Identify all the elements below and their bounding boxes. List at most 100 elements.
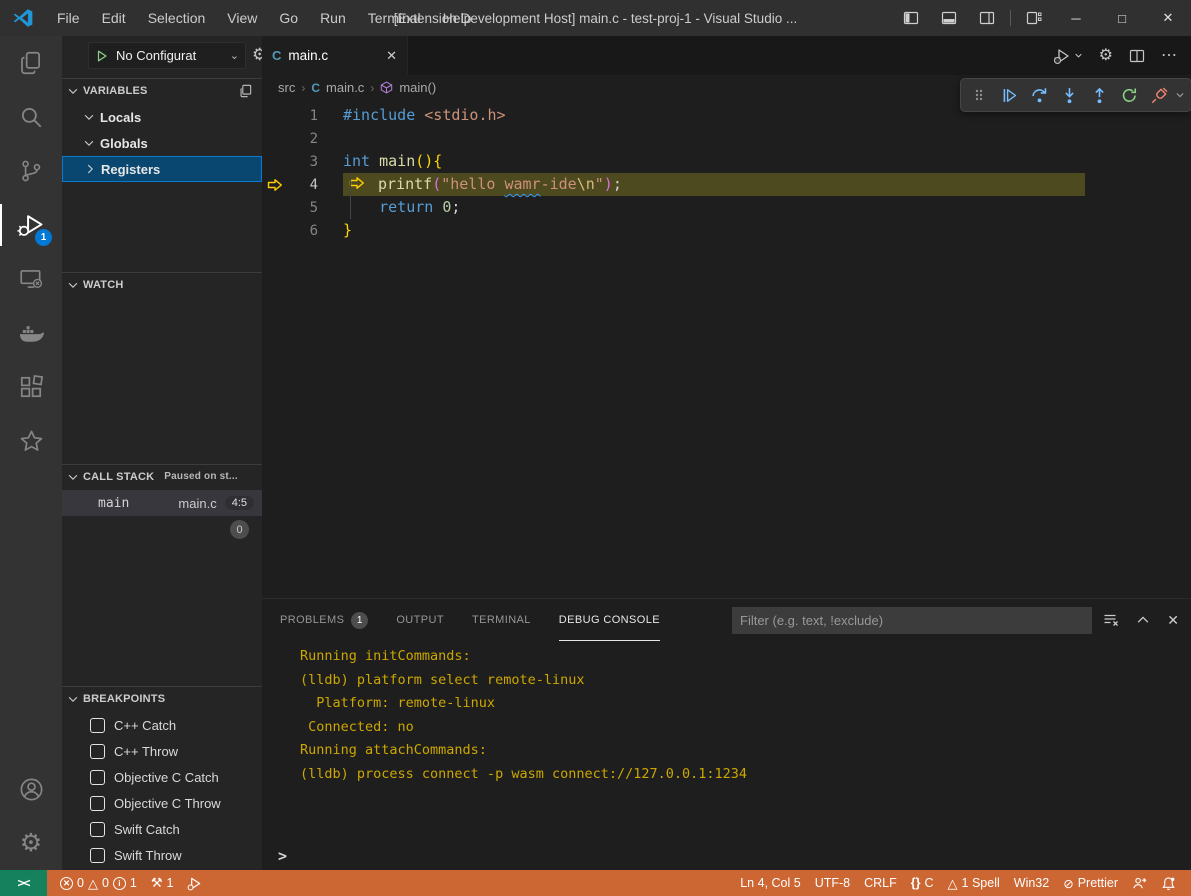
- debug-step-out-icon[interactable]: [1087, 83, 1111, 107]
- minimize-button[interactable]: ─: [1053, 0, 1099, 36]
- breakpoint-checkbox[interactable]: [90, 744, 105, 759]
- menu-file[interactable]: File: [46, 0, 91, 36]
- debug-step-over-icon[interactable]: [1027, 83, 1051, 107]
- console-line: Running initCommands:: [300, 645, 747, 669]
- start-debug-icon[interactable]: [95, 49, 109, 63]
- breadcrumb-folder[interactable]: src: [278, 80, 295, 95]
- customize-layout-icon[interactable]: [1015, 0, 1053, 36]
- panel-tab-problems[interactable]: PROBLEMS1: [280, 599, 368, 641]
- formatter-status[interactable]: ⊘ Prettier: [1056, 870, 1125, 896]
- close-button[interactable]: ✕: [1145, 0, 1191, 36]
- eol-status[interactable]: CRLF: [857, 870, 904, 896]
- maximize-button[interactable]: □: [1099, 0, 1145, 36]
- breakpoint-checkbox[interactable]: [90, 770, 105, 785]
- variables-item-registers[interactable]: Registers: [62, 156, 262, 182]
- feedback-icon[interactable]: [1125, 870, 1154, 896]
- debug-step-into-icon[interactable]: [1057, 83, 1081, 107]
- breakpoint-row[interactable]: C++ Catch: [62, 712, 262, 738]
- breakpoint-row[interactable]: Swift Catch: [62, 816, 262, 842]
- breakpoints-section-header[interactable]: BREAKPOINTS: [62, 686, 262, 710]
- copy-value-icon[interactable]: [238, 84, 252, 98]
- variables-section-header[interactable]: VARIABLES: [62, 78, 262, 102]
- breakpoint-row[interactable]: C++ Throw: [62, 738, 262, 764]
- breakpoint-checkbox[interactable]: [90, 848, 105, 863]
- maximize-panel-icon[interactable]: [1136, 613, 1150, 627]
- code-editor[interactable]: 1#include <stdio.h>23int main(){4printf(…: [262, 100, 1191, 598]
- variables-item-globals[interactable]: Globals: [62, 130, 262, 156]
- debug-config-bar: No Configurat ⌄ ⚙: [62, 36, 262, 76]
- tool-issues-status[interactable]: ⚒ 1: [144, 870, 181, 896]
- breakpoint-label: C++ Throw: [114, 744, 178, 759]
- toggle-sidebar-icon[interactable]: [892, 0, 930, 36]
- platform-status[interactable]: Win32: [1007, 870, 1056, 896]
- code-line-6: 6}: [262, 219, 1191, 242]
- debug-status-icon[interactable]: [180, 870, 209, 896]
- close-panel-icon[interactable]: ✕: [1167, 612, 1179, 629]
- debug-disconnect-icon[interactable]: [1147, 83, 1171, 107]
- panel-tab-output[interactable]: OUTPUT: [396, 599, 444, 641]
- activity-item-marketplace[interactable]: [0, 414, 62, 468]
- problems-status[interactable]: ✕ 0 △ 0 i 1: [53, 870, 144, 896]
- encoding-status[interactable]: UTF-8: [808, 870, 857, 896]
- call-stack-frame-row[interactable]: main main.c 4:5: [62, 490, 262, 516]
- menu-terminal[interactable]: Terminal: [357, 0, 432, 36]
- spell-checker-status[interactable]: △ 1 Spell: [941, 870, 1007, 896]
- menu-edit[interactable]: Edit: [91, 0, 137, 36]
- debug-restart-icon[interactable]: [1117, 83, 1141, 107]
- breadcrumb-file[interactable]: main.c: [326, 80, 364, 95]
- toggle-panel-icon[interactable]: [930, 0, 968, 36]
- menu-view[interactable]: View: [216, 0, 268, 36]
- toggle-secondary-sidebar-icon[interactable]: [968, 0, 1006, 36]
- call-stack-status: Paused on st...: [164, 471, 238, 482]
- debug-configure-gear-icon[interactable]: ⚙: [252, 46, 262, 63]
- breakpoint-checkbox[interactable]: [90, 822, 105, 837]
- tab-label: main.c: [288, 48, 379, 63]
- activity-item-docker[interactable]: [0, 306, 62, 360]
- more-actions-icon[interactable]: ⋯: [1161, 48, 1177, 64]
- breakpoints-header-label: BREAKPOINTS: [83, 693, 165, 705]
- tab-main-c[interactable]: C main.c ✕: [262, 36, 408, 75]
- debug-continue-icon[interactable]: [997, 83, 1021, 107]
- breakpoint-row[interactable]: Objective C Throw: [62, 790, 262, 816]
- activity-item-settings[interactable]: ⚙: [0, 816, 62, 870]
- notifications-bell-icon[interactable]: [1154, 870, 1183, 896]
- split-editor-icon[interactable]: [1129, 48, 1145, 64]
- breakpoint-checkbox[interactable]: [90, 718, 105, 733]
- panel-tab-terminal[interactable]: TERMINAL: [472, 599, 531, 641]
- code-token: ": [595, 175, 604, 193]
- activity-item-search[interactable]: [0, 90, 62, 144]
- activity-item-extensions[interactable]: [0, 360, 62, 414]
- debug-config-dropdown[interactable]: No Configurat ⌄: [88, 42, 246, 69]
- menu-help[interactable]: Help: [432, 0, 483, 36]
- activity-item-source-control[interactable]: [0, 144, 62, 198]
- c-language-icon: C: [311, 81, 320, 95]
- watch-section-header[interactable]: WATCH: [62, 272, 262, 296]
- code-line-2: 2: [262, 127, 1191, 150]
- panel-tab-debug-console[interactable]: DEBUG CONSOLE: [559, 599, 660, 641]
- menu-run[interactable]: Run: [309, 0, 357, 36]
- close-tab-icon[interactable]: ✕: [386, 48, 397, 64]
- menu-selection[interactable]: Selection: [137, 0, 217, 36]
- activity-item-remote-explorer[interactable]: [0, 252, 62, 306]
- clear-console-icon[interactable]: [1103, 612, 1119, 628]
- breakpoint-row[interactable]: Swift Throw: [62, 842, 262, 868]
- cursor-position[interactable]: Ln 4, Col 5: [733, 870, 807, 896]
- activity-item-explorer[interactable]: [0, 36, 62, 90]
- remote-indicator[interactable]: ><: [0, 870, 47, 896]
- settings-gear-icon[interactable]: ⚙: [1099, 48, 1113, 64]
- breakpoint-checkbox[interactable]: [90, 796, 105, 811]
- menu-go[interactable]: Go: [268, 0, 309, 36]
- breadcrumb-symbol[interactable]: main(): [399, 80, 436, 95]
- variables-item-locals[interactable]: Locals: [62, 104, 262, 130]
- console-filter-input[interactable]: [732, 607, 1092, 634]
- activity-item-run-and-debug[interactable]: 1: [0, 198, 62, 252]
- console-input-prompt[interactable]: >: [278, 847, 287, 865]
- activity-item-accounts[interactable]: [0, 762, 62, 816]
- drag-handle-icon[interactable]: [967, 83, 991, 107]
- breakpoint-row[interactable]: Objective C Catch: [62, 764, 262, 790]
- code-token: (: [432, 175, 441, 193]
- call-stack-section-header[interactable]: CALL STACK Paused on st...: [62, 464, 262, 488]
- chevron-down-icon[interactable]: [1175, 90, 1185, 100]
- run-or-debug-icon[interactable]: [1053, 47, 1083, 65]
- language-mode[interactable]: {} C: [904, 870, 941, 896]
